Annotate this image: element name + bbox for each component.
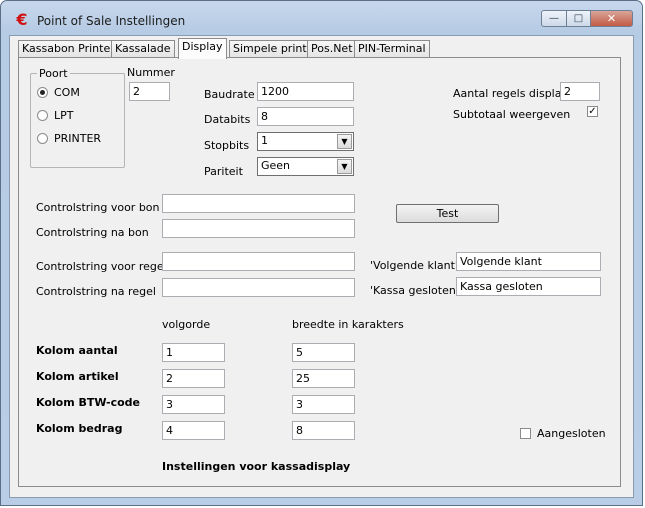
volgorde-header: volgorde (162, 318, 211, 331)
kolom-btw-code-breedte-input[interactable]: 3 (292, 395, 355, 414)
kolom-btw-code-label: Kolom BTW-code (36, 396, 141, 409)
main-window: € Point of Sale Instellingen — □ ✕ Kassa… (0, 0, 643, 506)
volgende-klant-label: 'Volgende klant' (370, 259, 458, 272)
subtotaal-label: Subtotaal weergeven (453, 108, 571, 121)
test-button[interactable]: Test (396, 204, 499, 223)
controlstring-voor-bon-input[interactable] (162, 194, 355, 213)
kolom-artikel-volgorde-input[interactable]: 2 (162, 369, 225, 388)
controlstring-na-bon-input[interactable] (162, 219, 355, 238)
tab-kassabon-printer[interactable]: Kassabon Printer (18, 40, 119, 58)
pariteit-label: Pariteit (204, 165, 243, 178)
pariteit-value: Geen (261, 159, 291, 172)
volgende-klant-input[interactable]: Volgende klant (456, 252, 601, 271)
databits-label: Databits (204, 113, 251, 126)
radio-lpt-label: LPT (54, 109, 74, 122)
title-bar[interactable]: € Point of Sale Instellingen — □ ✕ (1, 1, 642, 35)
tab-pin-terminal[interactable]: PIN-Terminal (354, 40, 430, 58)
radio-com[interactable] (37, 87, 48, 98)
kolom-aantal-breedte-input[interactable]: 5 (292, 343, 355, 362)
poort-legend: Poort (37, 67, 70, 80)
baudrate-input[interactable]: 1200 (257, 82, 354, 101)
controlstring-voor-regel-label: Controlstring voor regel (36, 260, 167, 273)
baudrate-label: Baudrate (204, 88, 255, 101)
tab-display[interactable]: Display (178, 38, 227, 59)
kolom-artikel-breedte-input[interactable]: 25 (292, 369, 355, 388)
tab-pos-net[interactable]: Pos.Net (307, 40, 357, 58)
pariteit-select[interactable]: Geen ▼ (257, 157, 354, 176)
kolom-aantal-volgorde-input[interactable]: 1 (162, 343, 225, 362)
footer-title: Instellingen voor kassadisplay (162, 460, 351, 473)
aangesloten-checkbox[interactable] (520, 428, 531, 439)
kolom-bedrag-label: Kolom bedrag (36, 422, 123, 435)
kolom-bedrag-volgorde-input[interactable]: 4 (162, 421, 225, 440)
nummer-input[interactable]: 2 (129, 82, 170, 101)
subtotaal-checkbox[interactable]: ✓ (587, 106, 598, 117)
kassa-gesloten-label: 'Kassa gesloten' (370, 284, 459, 297)
controlstring-voor-bon-label: Controlstring voor bon (36, 201, 160, 214)
radio-printer[interactable] (37, 133, 48, 144)
kolom-artikel-label: Kolom artikel (36, 370, 119, 383)
aangesloten-label: Aangesloten (537, 427, 606, 440)
chevron-down-icon[interactable]: ▼ (337, 134, 352, 149)
stopbits-label: Stopbits (204, 139, 250, 152)
radio-lpt[interactable] (37, 110, 48, 121)
aantal-regels-label: Aantal regels display (453, 87, 568, 100)
controlstring-voor-regel-input[interactable] (162, 252, 355, 271)
kolom-btw-code-volgorde-input[interactable]: 3 (162, 395, 225, 414)
controlstring-na-regel-label: Controlstring na regel (36, 285, 156, 298)
radio-com-label: COM (54, 86, 80, 99)
controlstring-na-bon-label: Controlstring na bon (36, 226, 149, 239)
minimize-button[interactable]: — (541, 10, 567, 27)
kassa-gesloten-input[interactable]: Kassa gesloten (456, 277, 601, 296)
stopbits-select[interactable]: 1 ▼ (257, 132, 354, 151)
dialog-body: Kassabon Printer Kassalade Display Simpe… (9, 35, 634, 498)
chevron-down-icon[interactable]: ▼ (337, 159, 352, 174)
databits-input[interactable]: 8 (257, 107, 354, 126)
kolom-aantal-label: Kolom aantal (36, 344, 118, 357)
maximize-button[interactable]: □ (566, 10, 591, 27)
window-title: Point of Sale Instellingen (37, 14, 186, 28)
display-tab-panel: Poort COM LPT PRINTER Nummer 2 Baudrate … (18, 57, 621, 487)
euro-app-icon: € (16, 10, 28, 29)
aantal-regels-input[interactable]: 2 (560, 82, 600, 101)
breedte-header: breedte in karakters (292, 318, 404, 331)
kolom-bedrag-breedte-input[interactable]: 8 (292, 421, 355, 440)
poort-group: Poort COM LPT PRINTER (30, 67, 125, 168)
close-button[interactable]: ✕ (590, 10, 633, 27)
tab-kassalade[interactable]: Kassalade (111, 40, 175, 58)
stopbits-value: 1 (261, 134, 268, 147)
controlstring-na-regel-input[interactable] (162, 278, 355, 297)
nummer-label: Nummer (127, 66, 175, 79)
radio-printer-label: PRINTER (54, 132, 102, 145)
